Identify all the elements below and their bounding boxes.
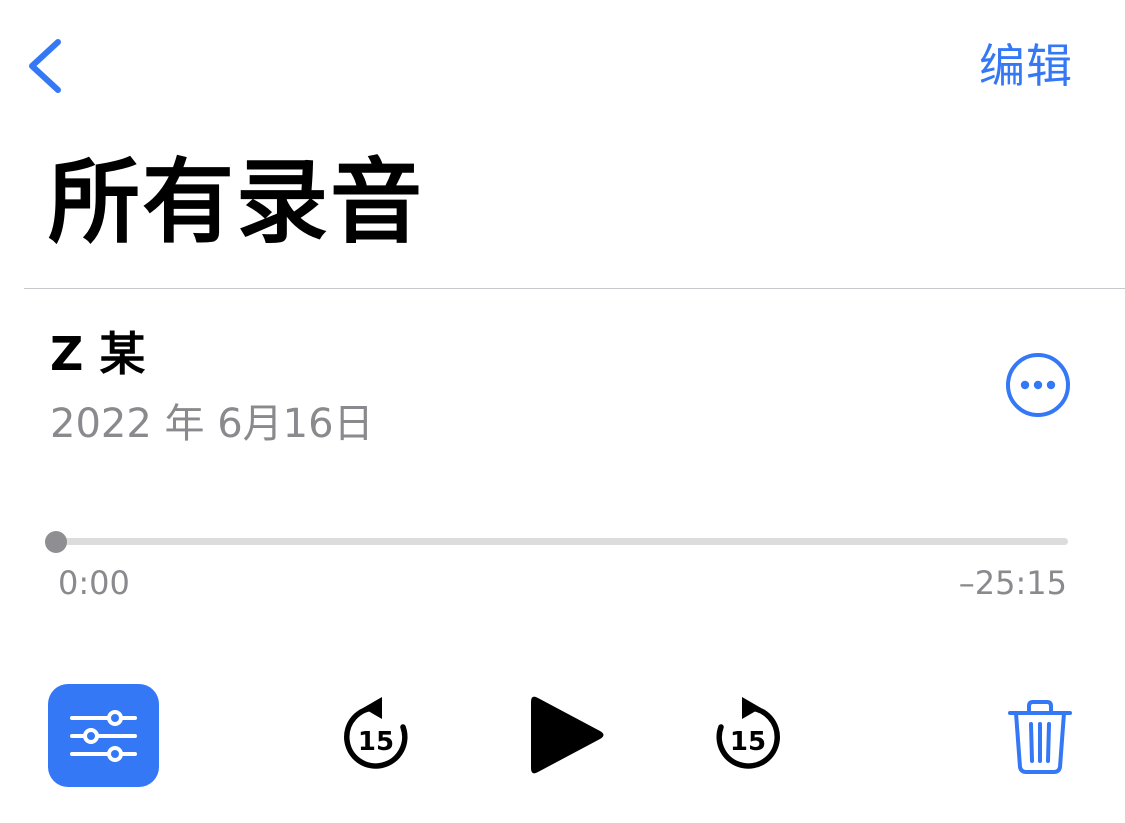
- skip-back-label: 15: [358, 727, 394, 757]
- edit-button[interactable]: 编辑: [979, 36, 1073, 96]
- skip-forward-label: 15: [730, 727, 766, 757]
- trash-icon: [1008, 700, 1072, 774]
- play-button[interactable]: [524, 688, 610, 782]
- divider: [24, 288, 1125, 289]
- play-icon: [531, 696, 604, 774]
- recording-date: 2022 年 6月16日: [50, 401, 374, 447]
- scrubber-handle[interactable]: [45, 531, 67, 553]
- skip-forward-15-button[interactable]: 15: [710, 694, 786, 780]
- back-button[interactable]: [22, 34, 72, 98]
- ellipsis-circle-icon: [1006, 353, 1070, 417]
- sliders-icon: [70, 710, 137, 762]
- page-title: 所有录音: [48, 149, 425, 256]
- skip-back-15-button[interactable]: 15: [338, 694, 414, 780]
- scrubber-track: [56, 538, 1068, 545]
- delete-button[interactable]: [1004, 697, 1076, 777]
- elapsed-time: 0:00: [58, 564, 130, 602]
- skip-back-15-icon: 15: [344, 697, 408, 769]
- more-options-button[interactable]: [1004, 351, 1072, 419]
- remaining-time: –25:15: [958, 564, 1067, 602]
- playback-scrubber[interactable]: [44, 528, 1074, 556]
- skip-forward-15-icon: 15: [716, 697, 780, 769]
- chevron-left-icon: [29, 39, 61, 93]
- edit-options-button[interactable]: [48, 684, 159, 787]
- recording-name: Z 某: [50, 327, 146, 381]
